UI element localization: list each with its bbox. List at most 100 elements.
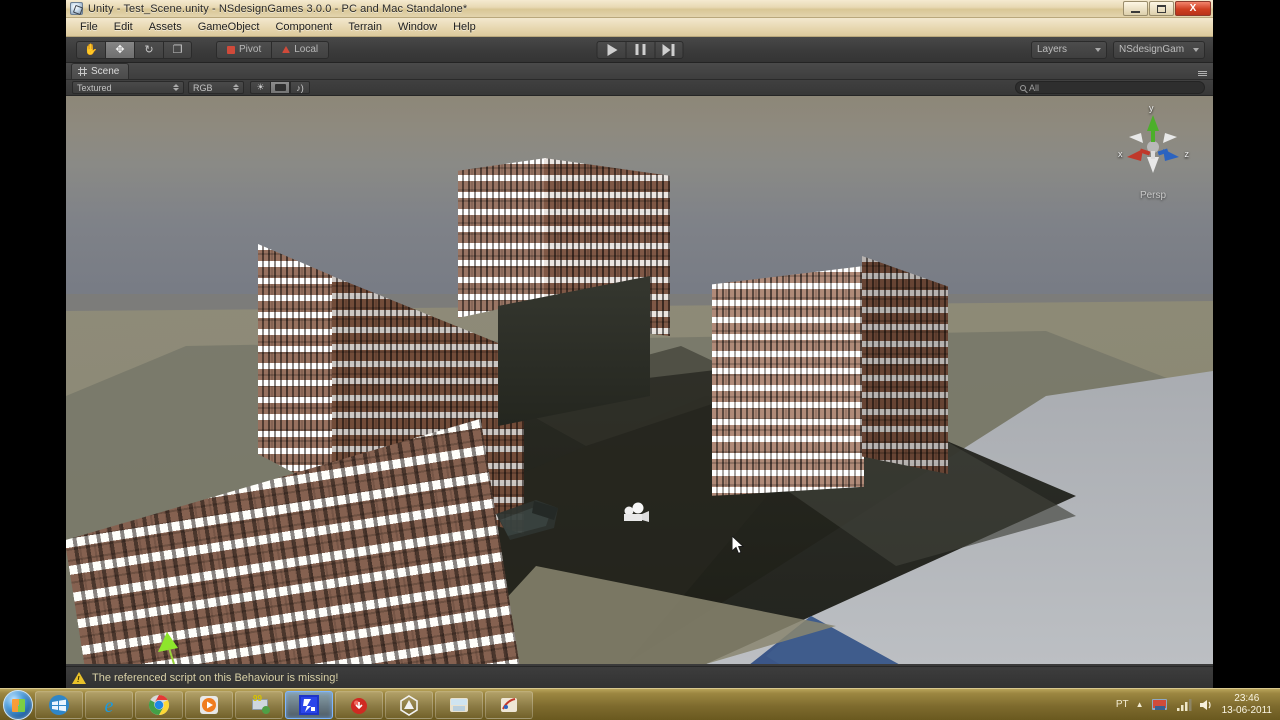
menu-help[interactable]: Help [445, 20, 484, 34]
audio-toggle[interactable]: ♪) [290, 81, 310, 94]
letterbox-left [0, 0, 66, 688]
local-axis-icon [282, 46, 291, 53]
taskbar-item-screen-recorder[interactable]: 99 [235, 690, 283, 719]
minimize-button[interactable] [1123, 1, 1148, 16]
pivot-label: Pivot [239, 44, 262, 55]
layers-dropdown[interactable]: Layers [1031, 40, 1107, 59]
menu-component[interactable]: Component [267, 20, 340, 34]
taskbar-item-internet-explorer[interactable]: e [85, 690, 133, 719]
toolbar-right-group: Layers NSdesignGam [1031, 40, 1205, 59]
status-message: The referenced script on this Behaviour … [92, 671, 339, 684]
pause-icon [635, 44, 645, 55]
scene-axis-gizmo[interactable]: x y z Persp [1115, 101, 1191, 201]
speaker-icon[interactable] [1199, 698, 1215, 712]
clock-time: 23:46 [1234, 692, 1260, 704]
move-tool-button[interactable]: ✥ [105, 40, 134, 59]
layout-label: NSdesignGam [1119, 44, 1185, 55]
updown-arrows-icon [233, 84, 239, 91]
taskbar-item-paint[interactable] [485, 690, 533, 719]
local-button[interactable]: Local [271, 40, 330, 59]
start-button[interactable] [3, 689, 33, 720]
selection-arrow[interactable] [66, 96, 1213, 664]
layout-dropdown[interactable]: NSdesignGam [1113, 40, 1205, 59]
gizmo-y-label: y [1149, 103, 1154, 113]
draw-mode-label: Textured [77, 82, 112, 93]
taskbar-item-chrome[interactable] [135, 690, 183, 719]
scale-tool-button[interactable]: ❐ [163, 40, 192, 59]
language-indicator[interactable]: PT [1116, 699, 1129, 710]
search-field[interactable]: All [1015, 81, 1205, 94]
tab-scene[interactable]: Scene [71, 63, 130, 79]
panel-tabbar: Scene [66, 63, 1213, 80]
menu-gameobject[interactable]: GameObject [190, 20, 268, 34]
pause-button[interactable] [625, 40, 654, 59]
layers-label: Layers [1037, 44, 1068, 55]
lighting-toggle[interactable]: ☀ [250, 81, 270, 94]
menu-assets[interactable]: Assets [141, 20, 190, 34]
scene-viewport[interactable]: x y z Persp [66, 96, 1213, 664]
play-controls [596, 40, 683, 59]
step-button[interactable] [654, 40, 683, 59]
menu-terrain[interactable]: Terrain [340, 20, 390, 34]
pivot-group: Pivot Local [216, 40, 330, 59]
close-button[interactable]: X [1175, 1, 1211, 16]
menu-file[interactable]: File [72, 20, 106, 34]
transform-tools-group: ✋ ✥ ↻ ❐ [76, 40, 192, 59]
gizmo-z-label: z [1184, 149, 1190, 159]
updown-arrows-icon [173, 84, 179, 91]
mouse-cursor [732, 536, 744, 555]
draw-mode-dropdown[interactable]: Textured [72, 81, 184, 94]
menu-edit[interactable]: Edit [106, 20, 141, 34]
show-hidden-icons-button[interactable]: ▲ [1136, 700, 1144, 709]
clock-date: 13-06-2011 [1221, 704, 1272, 716]
taskbar-item-explorer-folder[interactable] [435, 690, 483, 719]
color-mode-dropdown[interactable]: RGB [188, 81, 244, 94]
window-title: Unity - Test_Scene.unity - NSdesignGames… [88, 2, 468, 15]
scene-grid-icon [78, 67, 87, 76]
rotate-tool-button[interactable]: ↻ [134, 40, 163, 59]
pivot-icon [227, 45, 235, 54]
search-icon [1020, 84, 1026, 91]
screen: Unity - Test_Scene.unity - NSdesignGames… [0, 0, 1280, 720]
svg-text:e: e [105, 695, 114, 716]
step-icon [662, 43, 675, 56]
network-adapter-icon[interactable] [1151, 697, 1169, 713]
statusbar[interactable]: The referenced script on this Behaviour … [66, 666, 1213, 688]
unity-application-window: Unity - Test_Scene.unity - NSdesignGames… [66, 0, 1213, 688]
network-bars-icon[interactable] [1176, 698, 1192, 712]
local-label: Local [294, 44, 319, 55]
unity-cube-icon [70, 2, 83, 15]
window-titlebar: Unity - Test_Scene.unity - NSdesignGames… [66, 0, 1213, 18]
chevron-down-icon [1095, 47, 1101, 52]
letterbox-right [1213, 0, 1280, 688]
maximize-button[interactable] [1149, 1, 1174, 16]
warning-icon [72, 671, 86, 684]
gizmo-mode-label: Persp [1139, 190, 1167, 201]
windows-taskbar: e 99 PT ▲ 23:46 13-06-2011 [0, 688, 1280, 720]
taskbar-item-media-player[interactable] [185, 690, 233, 719]
system-tray: PT ▲ 23:46 13-06-2011 [1116, 693, 1278, 717]
menubar: File Edit Assets GameObject Component Te… [66, 18, 1213, 37]
gizmo-x-label: x [1118, 149, 1123, 159]
sceneview-toggles: ☀ ♪) [250, 81, 310, 94]
unity-toolbar: ✋ ✥ ↻ ❐ Pivot Local Layers NSdesignGam [66, 37, 1213, 63]
chevron-down-icon [1193, 47, 1199, 52]
tab-scene-label: Scene [91, 66, 120, 77]
play-button[interactable] [596, 40, 625, 59]
taskbar-item-windows-explorer[interactable] [35, 690, 83, 719]
panel-menu-button[interactable] [1198, 71, 1207, 76]
taskbar-item-red-app[interactable] [335, 690, 383, 719]
clock[interactable]: 23:46 13-06-2011 [1222, 693, 1272, 717]
color-mode-label: RGB [193, 82, 213, 93]
search-filter-label: All [1029, 82, 1040, 93]
hand-tool-button[interactable]: ✋ [76, 40, 105, 59]
play-icon [607, 43, 617, 56]
window-controls: X [1123, 1, 1211, 16]
taskbar-item-unity-project[interactable] [285, 690, 333, 719]
taskbar-item-unity[interactable] [385, 690, 433, 719]
menu-window[interactable]: Window [390, 20, 445, 34]
svg-text:99: 99 [253, 694, 262, 703]
pivot-button[interactable]: Pivot [216, 40, 272, 59]
game-overlay-toggle[interactable] [270, 81, 290, 94]
sceneview-toolbar: Textured RGB ☀ ♪) All [66, 80, 1213, 96]
